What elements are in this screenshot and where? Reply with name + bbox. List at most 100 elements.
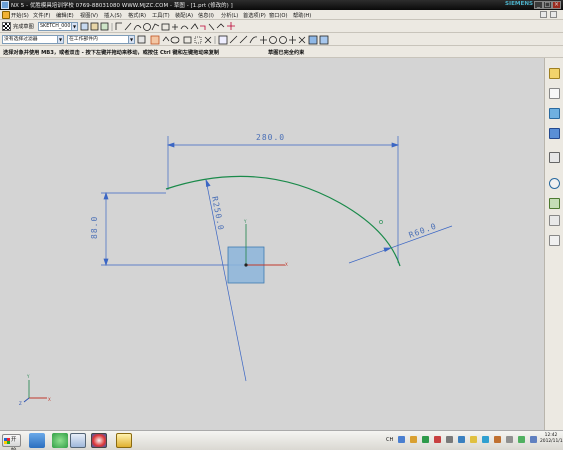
tray-qq-icon[interactable] <box>458 436 465 443</box>
tangent-constraint-icon <box>379 220 383 224</box>
tray-security-icon[interactable] <box>434 436 441 443</box>
web-browser-icon[interactable] <box>549 152 560 163</box>
wcs-triad-icon <box>23 380 47 403</box>
arrow-up-icon <box>162 36 170 42</box>
snap-line-icon <box>229 35 238 44</box>
maximize-button[interactable]: □ <box>543 1 552 9</box>
wcs-x-label: X <box>48 397 51 402</box>
snap-intersection-icon <box>260 36 267 44</box>
history-icon[interactable] <box>549 178 560 189</box>
tray-antivirus-icon[interactable] <box>494 436 501 443</box>
task-nx-icon[interactable] <box>91 433 107 448</box>
ime-indicator[interactable]: CH <box>386 437 393 443</box>
dimension-lines <box>101 136 453 382</box>
start-label: 开始 <box>11 437 17 450</box>
menu-start[interactable]: 开始(S) <box>11 12 29 19</box>
cross-icon <box>204 36 212 44</box>
tray-display-icon[interactable] <box>530 436 537 443</box>
siemens-logo: SIEMENS <box>505 1 534 7</box>
assembly-navigator-icon[interactable] <box>549 88 560 99</box>
menu-help[interactable]: 帮助(H) <box>293 12 311 19</box>
tray-network-icon[interactable] <box>422 436 429 443</box>
nx-app-icon[interactable] <box>1 1 9 9</box>
windows-taskbar: 开始 CH 12:42 2012/11/15 <box>0 430 563 450</box>
menu-format[interactable]: 格式(R) <box>128 12 146 19</box>
dim-arrow-r250 <box>205 178 211 187</box>
task-explorer-icon[interactable] <box>116 433 132 448</box>
dim-text-r60[interactable]: R60.0 <box>408 221 438 239</box>
cue-line: 选择对象并使用 MB3，或者双击 - 按下左键并拖动来移动，或按住 Ctrl 键… <box>0 46 563 58</box>
part-navigator-icon[interactable] <box>549 108 560 119</box>
chevron-down-icon: ▼ <box>128 36 134 43</box>
sketch-toolbar: 完成草图 SKETCH_000 ▼ <box>0 20 563 33</box>
tray-keyboard-icon[interactable] <box>410 436 417 443</box>
select-face-icon <box>183 36 192 44</box>
dim-arrow-r60 <box>383 247 393 253</box>
fillet-icon <box>151 23 160 31</box>
tray-usb-icon[interactable] <box>446 436 453 443</box>
cue-prompt: 选择对象并使用 MB3，或者双击 - 按下左键并拖动来移动，或按住 Ctrl 键… <box>3 50 220 56</box>
task-bird-app-icon[interactable] <box>29 433 45 448</box>
tray-update-icon[interactable] <box>518 436 525 443</box>
close-doc-icon[interactable] <box>550 11 557 18</box>
menu-file[interactable]: 文件(F) <box>33 12 50 19</box>
finish-sketch-flag-icon[interactable] <box>2 22 11 31</box>
restore-doc-icon[interactable] <box>540 11 547 18</box>
menu-insert[interactable]: 插入(S) <box>104 12 122 19</box>
snap-face-icon <box>308 35 318 45</box>
update-model-icon <box>100 22 109 31</box>
point-icon <box>172 24 178 30</box>
quick-extend-icon <box>208 23 215 31</box>
system-materials-icon[interactable] <box>549 198 560 209</box>
menu-tools[interactable]: 工具(T) <box>152 12 170 19</box>
sketch-name-value: SKETCH_000 <box>40 24 71 29</box>
close-button[interactable]: × <box>552 1 561 9</box>
snap-arc-center-icon <box>269 36 277 44</box>
manufacturing-wizard-icon[interactable] <box>549 235 560 246</box>
selection-toolbar: 没有选择过滤器 ▼ 在工作部件内 ▼ <box>0 33 563 46</box>
windows-logo-icon <box>4 438 10 444</box>
sketch-name-select[interactable]: SKETCH_000 ▼ <box>38 22 78 31</box>
general-selection-icon <box>150 35 160 45</box>
menu-edit[interactable]: 编辑(E) <box>56 12 74 19</box>
wcs-y-label: Y <box>26 374 30 379</box>
roles-icon[interactable] <box>549 68 560 79</box>
status-line: 草图已完全约束 <box>268 50 305 56</box>
start-menu-icon[interactable] <box>2 11 10 19</box>
menu-view[interactable]: 视图(V) <box>80 12 98 19</box>
menu-information[interactable]: 信息(I) <box>198 12 214 19</box>
tray-help-icon[interactable] <box>398 436 405 443</box>
chevron-down-icon: ▼ <box>57 36 63 43</box>
selection-filter-select[interactable]: 没有选择过滤器 ▼ <box>2 35 64 44</box>
start-button[interactable]: 开始 <box>2 434 21 450</box>
finish-sketch-button[interactable]: 完成草图 <box>13 23 34 30</box>
select-curve-icon <box>170 36 180 44</box>
tray-volume-icon[interactable] <box>506 436 513 443</box>
reuse-library-icon[interactable] <box>549 128 560 139</box>
task-qq-icon[interactable] <box>52 433 68 448</box>
tray-bluetooth-icon[interactable] <box>482 436 489 443</box>
rectangle-icon <box>161 23 170 31</box>
menu-assemblies[interactable]: 装配(A) <box>175 12 193 19</box>
graphics-window[interactable]: 280.0 88.0 R250.0 R60.0 X Y X Y Z <box>0 58 544 430</box>
minimize-button[interactable]: _ <box>534 1 543 9</box>
profile-icon <box>115 22 122 30</box>
line-icon <box>124 22 132 31</box>
arc-icon <box>133 25 142 31</box>
taskbar-clock[interactable]: 12:42 2012/11/15 <box>540 433 563 445</box>
reattach-icon <box>90 22 99 31</box>
datum-y-label: Y <box>243 219 247 224</box>
menu-analysis[interactable]: 分析(L) <box>221 12 238 19</box>
sketch-arc-curve[interactable] <box>165 175 401 267</box>
snap-endpoint-icon <box>218 35 228 45</box>
dim-text-280[interactable]: 280.0 <box>256 133 285 142</box>
tray-folder-icon[interactable] <box>470 436 477 443</box>
menu-window[interactable]: 窗口(O) <box>269 12 288 19</box>
task-sogou-icon[interactable] <box>70 433 86 448</box>
resource-bar <box>544 58 563 430</box>
process-studio-icon[interactable] <box>549 215 560 226</box>
menu-preferences[interactable]: 首选项(P) <box>243 12 266 19</box>
sketch-canvas[interactable]: 280.0 88.0 R250.0 R60.0 X Y X Y Z <box>0 58 544 430</box>
dim-text-88[interactable]: 88.0 <box>90 216 99 239</box>
selection-scope-select[interactable]: 在工作部件内 ▼ <box>67 35 135 44</box>
